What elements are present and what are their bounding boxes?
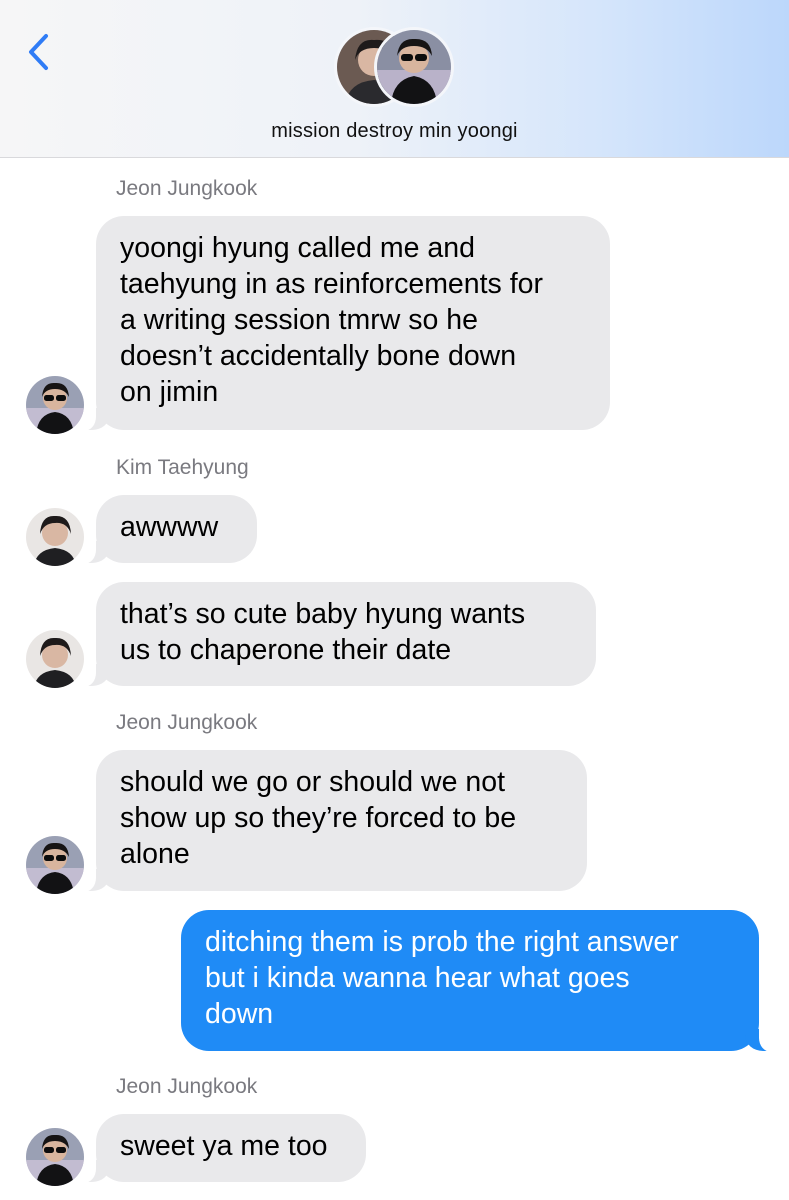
avatar[interactable] <box>26 630 84 688</box>
message-bubble-outgoing[interactable]: ditching them is prob the right answer b… <box>181 910 771 1052</box>
message-bubble[interactable]: that’s so cute baby hyung wants us to ch… <box>84 582 596 687</box>
sender-name: Kim Taehyung <box>116 456 249 479</box>
avatar[interactable] <box>26 508 84 566</box>
back-button[interactable] <box>22 30 56 74</box>
group-avatars[interactable] <box>334 27 456 109</box>
chevron-left-icon <box>29 34 48 70</box>
message-bubble[interactable]: awwww <box>84 495 257 564</box>
avatar-taehyung-image <box>26 630 84 688</box>
avatar-taehyung-image <box>26 508 84 566</box>
group-avatar-jungkook <box>374 27 454 107</box>
sender-name: Jeon Jungkook <box>116 1075 258 1098</box>
avatar[interactable] <box>26 1128 84 1186</box>
message-bubble[interactable]: yoongi hyung called me and taehyung in a… <box>84 216 610 431</box>
sender-name: Jeon Jungkook <box>116 711 258 734</box>
avatar[interactable] <box>26 836 84 894</box>
avatar-jungkook-image <box>26 1128 84 1186</box>
conversation-title[interactable]: mission destroy min yoongi <box>0 120 789 143</box>
avatar[interactable] <box>26 376 84 434</box>
message-bubble[interactable]: sweet ya me too <box>84 1114 366 1183</box>
avatar-jungkook-image <box>26 376 84 434</box>
conversation-header: mission destroy min yoongi <box>0 0 789 158</box>
sender-name: Jeon Jungkook <box>116 177 258 200</box>
message-bubble[interactable]: should we go or should we not show up so… <box>84 750 587 892</box>
avatar-jungkook-image <box>26 836 84 894</box>
